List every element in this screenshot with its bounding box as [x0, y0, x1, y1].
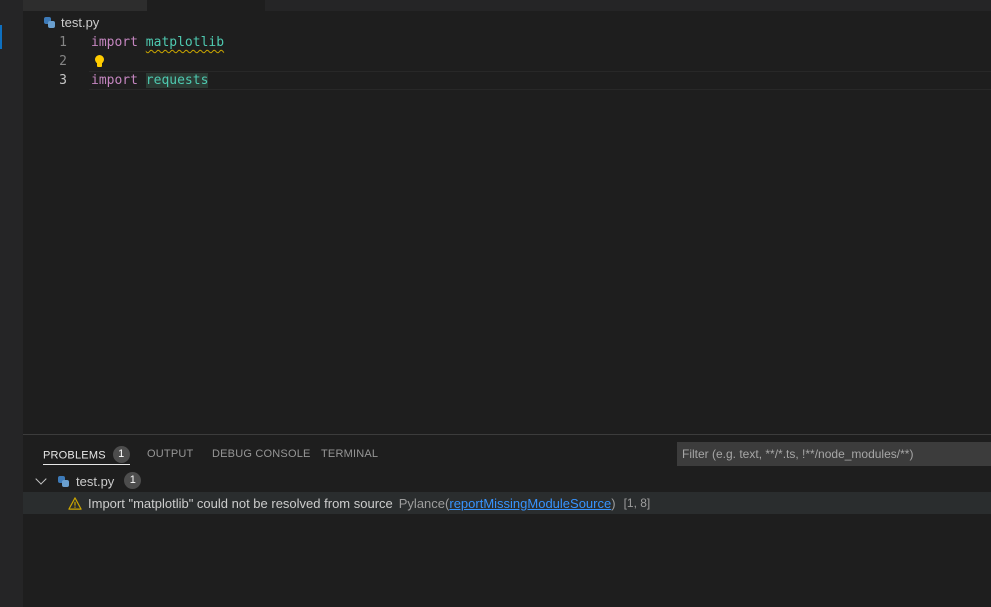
tab-problems[interactable]: PROBLEMS 1 [43, 446, 130, 465]
panel-tab-bar: PROBLEMS 1 OUTPUT DEBUG CONSOLE TERMINAL [23, 435, 991, 469]
line-number: 1 [59, 35, 67, 50]
file-problem-count-badge: 1 [124, 471, 142, 489]
problem-position: [1, 8] [623, 496, 651, 510]
module-name-warning[interactable]: matplotlib [146, 35, 224, 50]
tab-debug-console[interactable]: DEBUG CONSOLE [212, 447, 311, 465]
line-number: 2 [59, 54, 67, 69]
editor-tab-strip [23, 0, 991, 11]
problems-filter-input[interactable] [677, 442, 991, 466]
problems-file-row[interactable]: test.py 1 [23, 470, 991, 492]
problem-code-close-paren: ) [611, 495, 616, 511]
problem-code-link[interactable]: reportMissingModuleSource [449, 496, 611, 511]
python-file-icon [44, 16, 55, 28]
problems-count-badge: 1 [112, 446, 130, 463]
editor-tab-active[interactable] [147, 0, 265, 11]
breadcrumb-file[interactable]: test.py [61, 15, 99, 30]
code-line-2[interactable]: 2 [23, 52, 991, 71]
code-text[interactable]: import matplotlib [91, 33, 224, 52]
code-line-1[interactable]: 1 import matplotlib [23, 33, 991, 52]
problem-item[interactable]: Import "matplotlib" could not be resolve… [23, 492, 991, 514]
lightbulb-icon[interactable] [95, 55, 104, 68]
editor-tab[interactable] [23, 0, 147, 11]
warning-icon [68, 496, 82, 510]
python-file-icon [58, 475, 69, 487]
bottom-panel: PROBLEMS 1 OUTPUT DEBUG CONSOLE TERMINAL … [23, 434, 991, 607]
code-text[interactable]: import requests [91, 71, 209, 90]
activity-bar [0, 0, 23, 607]
problem-message: Import "matplotlib" could not be resolve… [88, 495, 393, 511]
line-number: 3 [59, 73, 67, 88]
module-name[interactable]: requests [145, 73, 209, 88]
breadcrumb[interactable]: test.py [23, 11, 991, 33]
keyword: import [91, 35, 138, 50]
tab-label: TERMINAL [321, 448, 379, 460]
activity-active-indicator [0, 25, 2, 49]
tab-label: OUTPUT [147, 448, 194, 460]
problem-source: Pylance [398, 495, 446, 511]
tab-terminal[interactable]: TERMINAL [321, 447, 378, 465]
code-line-3[interactable]: 3 import requests [23, 71, 991, 90]
tab-label: DEBUG CONSOLE [212, 448, 311, 460]
chevron-down-icon[interactable] [35, 473, 47, 485]
tab-label: PROBLEMS [43, 449, 106, 462]
code-editor[interactable]: 1 import matplotlib 2 3 import requests [23, 33, 991, 434]
keyword: import [91, 73, 138, 88]
problems-file-name: test.py [76, 473, 115, 489]
tab-output[interactable]: OUTPUT [147, 447, 193, 465]
